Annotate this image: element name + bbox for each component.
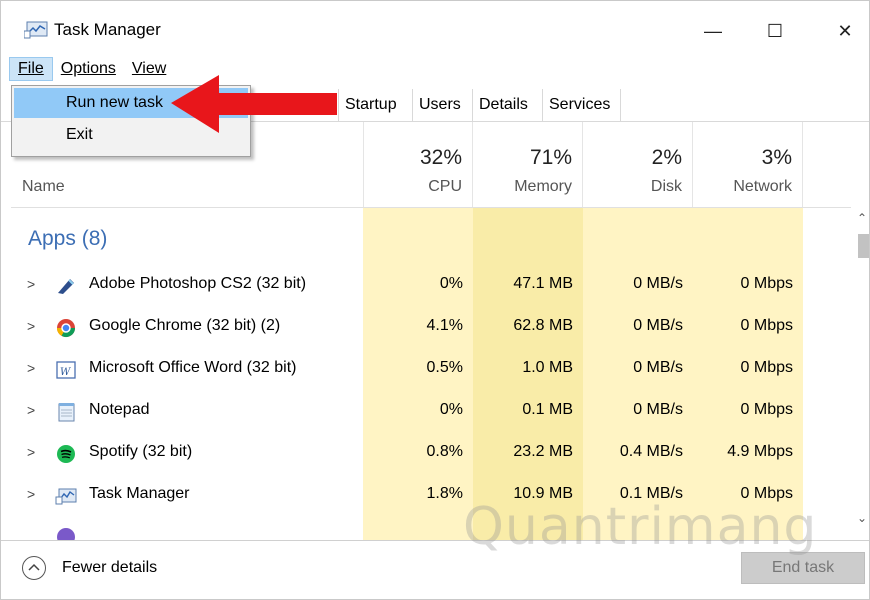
app-icon-partial <box>57 528 75 540</box>
table-row[interactable]: > Google Chrome (32 bit) (2) 4.1% 62.8 M… <box>11 306 851 348</box>
task-manager-icon <box>24 21 48 39</box>
column-header-disk[interactable]: 2% Disk <box>583 122 693 207</box>
row-memory: 1.0 MB <box>522 359 573 376</box>
column-header-memory[interactable]: 71% Memory <box>473 122 583 207</box>
row-name: Task Manager <box>89 485 190 502</box>
svg-text:W: W <box>60 367 71 378</box>
row-disk: 0 MB/s <box>633 359 683 376</box>
menu-view[interactable]: View <box>124 57 174 81</box>
row-memory: 62.8 MB <box>513 317 573 334</box>
chrome-icon <box>56 319 75 338</box>
row-disk: 0 MB/s <box>633 317 683 334</box>
menu-file[interactable]: File <box>9 57 53 81</box>
title-bar: Task Manager — ☐ ✕ <box>1 1 869 53</box>
header-divider <box>11 207 851 208</box>
row-network: 0 Mbps <box>740 275 793 292</box>
maximize-button[interactable]: ☐ <box>753 11 797 51</box>
row-name: Notepad <box>89 401 150 418</box>
close-icon: ✕ <box>837 20 853 41</box>
chevron-up-icon[interactable] <box>22 556 46 580</box>
row-network: 4.9 Mbps <box>727 443 793 460</box>
scrollbar-thumb[interactable] <box>858 234 869 258</box>
row-name: Microsoft Office Word (32 bit) <box>89 359 297 376</box>
table-row[interactable]: > Adobe Photoshop CS2 (32 bit) 0% 47.1 M… <box>11 264 851 306</box>
disk-total: 2% <box>651 146 682 169</box>
memory-total: 71% <box>529 146 572 169</box>
minimize-icon: — <box>704 20 722 41</box>
column-header-name[interactable]: Name <box>22 178 65 196</box>
spotify-icon <box>57 445 75 463</box>
task-manager-icon <box>55 488 77 505</box>
row-cpu: 0.8% <box>426 443 463 460</box>
row-network: 0 Mbps <box>740 317 793 334</box>
expand-chevron-icon[interactable]: > <box>27 402 35 418</box>
row-name: Adobe Photoshop CS2 (32 bit) <box>89 275 307 292</box>
expand-chevron-icon[interactable]: > <box>27 318 35 334</box>
red-arrow-icon <box>171 75 337 133</box>
row-cpu: 0.5% <box>426 359 463 376</box>
fewer-details-link[interactable]: Fewer details <box>62 559 157 577</box>
row-memory: 23.2 MB <box>513 443 573 460</box>
row-disk: 0 MB/s <box>633 401 683 418</box>
row-disk: 0 MB/s <box>633 275 683 292</box>
window-title: Task Manager <box>54 20 161 39</box>
table-row[interactable]: > W Microsoft Office Word (32 bit) 0.5% … <box>11 348 851 390</box>
menu-bar: File Options View <box>9 57 174 81</box>
memory-label: Memory <box>514 178 572 195</box>
row-network: 0 Mbps <box>740 401 793 418</box>
expand-chevron-icon[interactable]: > <box>27 276 35 292</box>
watermark-logo: Quantrimang <box>463 497 818 557</box>
network-total: 3% <box>761 146 792 169</box>
photoshop-icon <box>58 279 74 294</box>
tab-startup[interactable]: Startup <box>339 89 413 121</box>
scroll-up-icon[interactable]: ⌃ <box>857 211 867 225</box>
expand-chevron-icon[interactable]: > <box>27 444 35 460</box>
scroll-down-icon[interactable]: ⌄ <box>857 511 867 525</box>
cpu-label: CPU <box>428 178 462 195</box>
task-manager-window: Task Manager — ☐ ✕ File Options View Sta… <box>0 0 870 600</box>
row-memory: 47.1 MB <box>513 275 573 292</box>
close-button[interactable]: ✕ <box>823 11 867 51</box>
row-name: Google Chrome (32 bit) (2) <box>89 317 281 334</box>
maximize-icon: ☐ <box>766 20 784 41</box>
expand-chevron-icon[interactable]: > <box>27 360 35 376</box>
table-row[interactable]: > Spotify (32 bit) 0.8% 23.2 MB 0.4 MB/s… <box>11 432 851 474</box>
row-network: 0 Mbps <box>740 359 793 376</box>
tab-services[interactable]: Services <box>543 89 621 121</box>
column-header-cpu[interactable]: 32% CPU <box>363 122 473 207</box>
notepad-icon <box>58 403 75 422</box>
row-cpu: 0% <box>439 401 463 418</box>
column-header-network[interactable]: 3% Network <box>693 122 803 207</box>
cpu-total: 32% <box>419 146 462 169</box>
row-memory: 0.1 MB <box>522 401 573 418</box>
apps-group-title: Apps (8) <box>28 227 108 250</box>
row-cpu: 0% <box>439 275 463 292</box>
row-cpu: 4.1% <box>426 317 463 334</box>
tab-details[interactable]: Details <box>473 89 543 121</box>
disk-label: Disk <box>650 178 682 195</box>
network-label: Network <box>733 178 792 195</box>
table-row[interactable]: > Notepad 0% 0.1 MB 0 MB/s 0 Mbps <box>11 390 851 432</box>
word-icon: W <box>56 361 76 379</box>
row-name: Spotify (32 bit) <box>89 443 193 460</box>
menu-options[interactable]: Options <box>53 57 124 81</box>
minimize-button[interactable]: — <box>691 11 735 51</box>
row-cpu: 1.8% <box>426 485 463 502</box>
row-disk: 0.4 MB/s <box>619 443 683 460</box>
expand-chevron-icon[interactable]: > <box>27 486 35 502</box>
tab-users[interactable]: Users <box>413 89 473 121</box>
